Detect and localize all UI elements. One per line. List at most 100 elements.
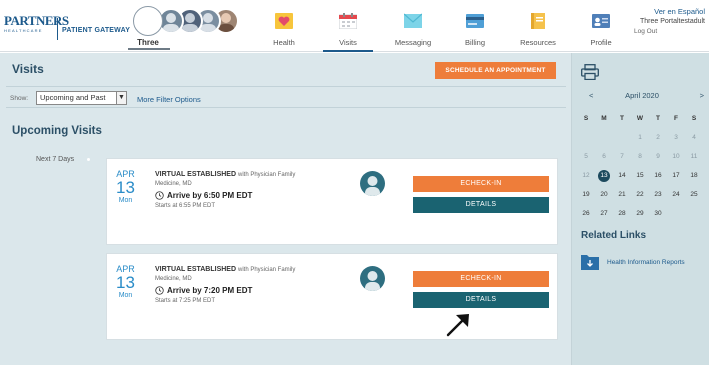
calendar-next-button[interactable]: > xyxy=(700,91,704,100)
calendar-empty-cell xyxy=(667,204,685,223)
account-name: Three Portaltestadult xyxy=(640,18,705,25)
details-button[interactable]: DETAILS xyxy=(413,292,549,308)
calendar-header: < April 2020 > xyxy=(577,89,707,103)
visit-with: with Physician Family xyxy=(237,267,296,273)
nav-billing[interactable]: Billing xyxy=(453,0,497,52)
calendar-day[interactable]: 28 xyxy=(613,204,631,223)
visit-title: VIRTUAL ESTABLISHED with Physician Famil… xyxy=(155,171,295,178)
show-filter-select[interactable]: Upcoming and Past ▼ xyxy=(36,91,127,105)
pointer-arrow-icon xyxy=(446,314,469,337)
nav-resources[interactable]: Resources xyxy=(514,0,562,52)
page-title: Visits xyxy=(12,62,44,76)
credit-card-icon xyxy=(466,14,484,28)
calendar-day[interactable]: 27 xyxy=(595,204,613,223)
more-filter-options-link[interactable]: More Filter Options xyxy=(137,95,201,104)
clock-icon xyxy=(155,191,164,200)
calendar-day[interactable]: 16 xyxy=(649,166,667,185)
provider-avatar xyxy=(360,171,385,196)
calendar-weekday-header: W xyxy=(636,115,644,122)
calendar-empty-cell xyxy=(577,128,595,147)
calendar-day[interactable]: 25 xyxy=(685,185,703,204)
calendar-day: 7 xyxy=(620,153,624,160)
calendar-day: 2 xyxy=(656,134,660,141)
calendar-day[interactable]: 26 xyxy=(577,204,595,223)
calendar-weekday-header: T xyxy=(656,115,660,122)
calendar-day[interactable]: 20 xyxy=(595,185,613,204)
logo-divider xyxy=(57,18,58,40)
calendar-day[interactable]: 17 xyxy=(667,166,685,185)
print-icon[interactable] xyxy=(581,64,599,80)
calendar-day[interactable]: 21 xyxy=(613,185,631,204)
partners-logo[interactable]: PARTNERS HEALTHCARE xyxy=(4,13,69,40)
calendar-day: 10 xyxy=(672,153,680,160)
logo-subtitle: HEALTHCARE xyxy=(4,28,43,33)
calendar-day: 1 xyxy=(638,134,642,141)
nav-visits-label: Visits xyxy=(339,38,357,47)
visit-title: VIRTUAL ESTABLISHED with Physician Famil… xyxy=(155,266,295,273)
echeck-in-button[interactable]: ECHECK-IN xyxy=(413,176,549,192)
language-link[interactable]: Ver en Español xyxy=(654,7,705,16)
visit-day: 13 xyxy=(116,273,135,292)
nav-active-indicator xyxy=(323,50,373,52)
visit-weekday: Mon xyxy=(118,292,133,299)
visit-type: VIRTUAL ESTABLISHED xyxy=(155,171,237,178)
logo-wordmark: PARTNERS xyxy=(4,13,69,28)
calendar-day[interactable]: 18 xyxy=(685,166,703,185)
visit-card: APR 13 Mon VIRTUAL ESTABLISHED with Phys… xyxy=(106,253,558,340)
envelope-icon xyxy=(404,13,422,28)
calendar-day[interactable]: 13 xyxy=(595,166,613,185)
schedule-appointment-button[interactable]: SCHEDULE AN APPOINTMENT xyxy=(435,62,556,79)
calendar-day[interactable]: 15 xyxy=(631,166,649,185)
nav-messaging[interactable]: Messaging xyxy=(390,0,436,52)
nav-profile[interactable]: Profile xyxy=(584,0,618,52)
calendar-empty-cell xyxy=(685,204,703,223)
calendar-weekday-header: S xyxy=(583,115,589,122)
calendar-icon xyxy=(339,13,357,29)
current-user-name: Three xyxy=(137,38,159,47)
nav-health[interactable]: Health xyxy=(262,0,306,52)
nav-resources-label: Resources xyxy=(520,38,556,47)
related-links-title: Related Links xyxy=(581,230,647,241)
calendar-day[interactable]: 19 xyxy=(577,185,595,204)
calendar-day[interactable]: 22 xyxy=(631,185,649,204)
calendar-weekday-header: T xyxy=(620,115,624,122)
visit-arrive-time: Arrive by 6:50 PM EDT xyxy=(155,191,252,200)
calendar-empty-cell xyxy=(595,128,613,147)
calendar-day[interactable]: 14 xyxy=(613,166,631,185)
current-user-avatar[interactable] xyxy=(133,6,163,36)
calendar-day[interactable]: 24 xyxy=(667,185,685,204)
visit-date: APR 13 Mon xyxy=(113,264,138,300)
nav-health-label: Health xyxy=(273,38,295,47)
calendar-day: 3 xyxy=(674,134,678,141)
calendar-weekday-header: S xyxy=(691,115,697,122)
visit-card: APR 13 Mon VIRTUAL ESTABLISHED with Phys… xyxy=(106,158,558,245)
calendar-day[interactable]: 23 xyxy=(649,185,667,204)
visit-arrive-time: Arrive by 7:20 PM EDT xyxy=(155,286,252,295)
id-card-icon xyxy=(592,14,610,28)
visit-start-time: Starts at 6:55 PM EDT xyxy=(155,203,216,209)
calendar-day: 9 xyxy=(656,153,660,160)
visit-provider: Medicine, MD xyxy=(155,276,192,282)
calendar-day[interactable]: 29 xyxy=(631,204,649,223)
calendar-weekday-header: M xyxy=(601,115,607,122)
visit-provider: Medicine, MD xyxy=(155,181,192,187)
logout-link[interactable]: Log Out xyxy=(634,28,657,35)
echeck-in-button[interactable]: ECHECK-IN xyxy=(413,271,549,287)
nav-profile-label: Profile xyxy=(590,38,612,47)
timeline-dot xyxy=(87,158,90,161)
visit-weekday: Mon xyxy=(118,197,133,204)
calendar-day: 11 xyxy=(690,153,698,160)
visit-day: 13 xyxy=(116,178,135,197)
right-sidebar: < April 2020 > S M T W T F S 1 2 3 4 5 6 7 8 9 10 11 12 13 1… xyxy=(571,53,709,365)
nav-billing-label: Billing xyxy=(464,38,485,47)
visit-arrive-text: Arrive by 7:20 PM EDT xyxy=(167,286,253,295)
health-information-reports-link[interactable]: Health Information Reports xyxy=(607,259,685,266)
calendar-day: 8 xyxy=(638,153,642,160)
details-button[interactable]: DETAILS xyxy=(413,197,549,213)
visit-type: VIRTUAL ESTABLISHED xyxy=(155,266,237,273)
nav-visits[interactable]: Visits xyxy=(323,0,373,52)
calendar-day: 5 xyxy=(584,153,588,160)
calendar-day: 6 xyxy=(602,153,606,160)
calendar-day[interactable]: 30 xyxy=(649,204,667,223)
mini-calendar: < April 2020 > S M T W T F S 1 2 3 4 5 6 7 8 9 10 11 12 13 1… xyxy=(577,89,707,223)
